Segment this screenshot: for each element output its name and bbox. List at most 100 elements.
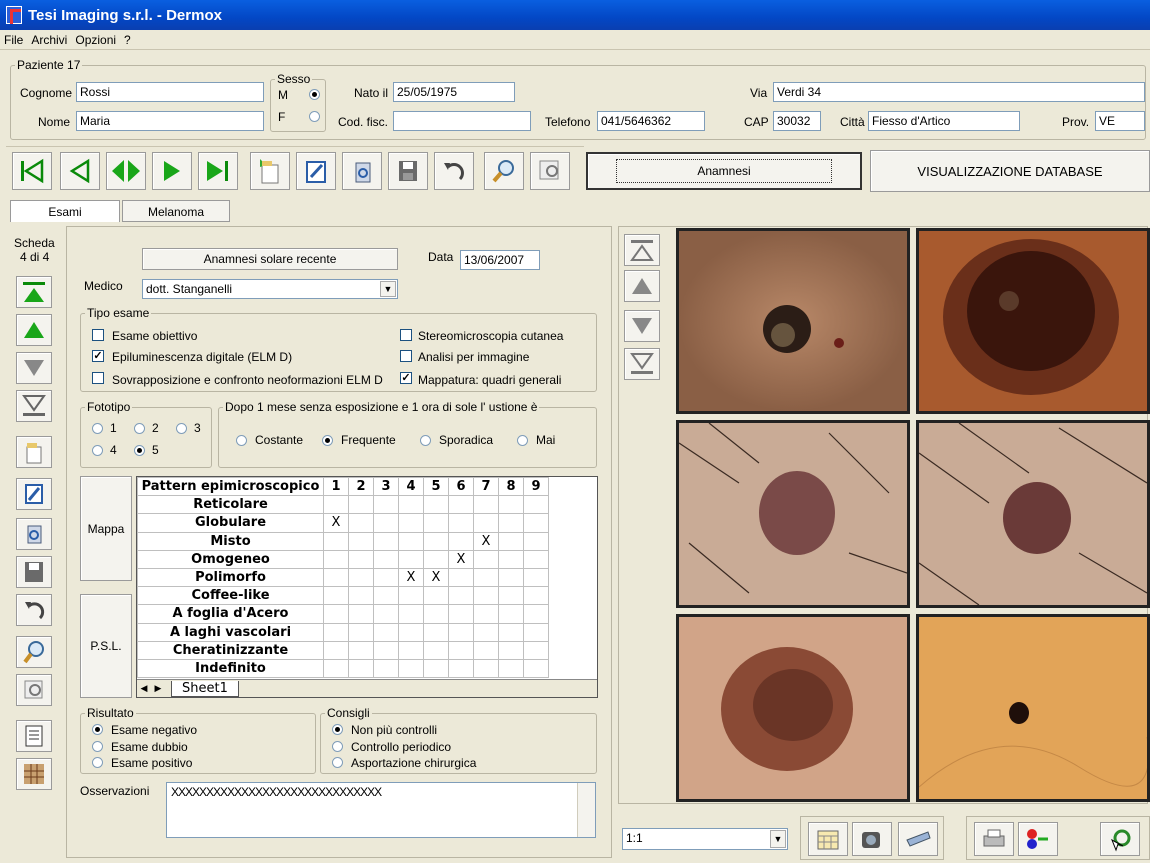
lesion-image-2[interactable] xyxy=(916,228,1150,414)
phototype-radio-2[interactable] xyxy=(134,423,145,434)
exam-type-checkbox-5[interactable] xyxy=(400,350,412,362)
pattern-cell[interactable] xyxy=(323,622,349,642)
pattern-cell[interactable] xyxy=(323,495,349,515)
scroll-up-icon[interactable] xyxy=(624,270,660,302)
result-radio-positive[interactable] xyxy=(92,757,103,768)
pattern-cell[interactable] xyxy=(323,531,349,551)
tab-esami[interactable]: Esami xyxy=(10,200,120,222)
pattern-cell[interactable] xyxy=(398,640,424,660)
pattern-cell[interactable]: X xyxy=(398,567,424,588)
recent-sun-anamnesis-button[interactable]: Anamnesi solare recente xyxy=(142,248,398,270)
chevron-down-icon[interactable]: ▼ xyxy=(380,281,396,297)
pattern-cell[interactable] xyxy=(348,622,374,642)
surname-input[interactable]: Rossi xyxy=(76,82,264,102)
pattern-cell[interactable] xyxy=(448,658,474,679)
pattern-cell[interactable] xyxy=(423,622,449,642)
scanner-icon[interactable] xyxy=(898,822,938,856)
menu-archivi[interactable]: Archivi xyxy=(27,33,71,47)
lesion-image-4[interactable] xyxy=(916,420,1150,608)
pattern-cell[interactable] xyxy=(348,640,374,660)
pattern-cell[interactable] xyxy=(398,604,424,624)
menu-file[interactable]: File xyxy=(0,33,27,47)
city-input[interactable]: Fiesso d'Artico xyxy=(868,111,1020,131)
notes-scrollbar[interactable] xyxy=(577,783,595,837)
pattern-cell[interactable] xyxy=(498,531,524,551)
pattern-cell[interactable] xyxy=(448,567,474,588)
image-grid-icon[interactable] xyxy=(16,758,52,790)
pattern-cell[interactable] xyxy=(448,586,474,606)
pattern-cell[interactable] xyxy=(473,567,499,588)
save-card-icon[interactable] xyxy=(16,556,52,588)
pattern-cell[interactable]: X xyxy=(473,531,499,551)
pattern-cell[interactable] xyxy=(523,604,549,624)
pattern-cell[interactable] xyxy=(373,495,399,515)
pattern-cell[interactable] xyxy=(473,640,499,660)
pattern-cell[interactable] xyxy=(448,640,474,660)
exam-type-checkbox-1[interactable] xyxy=(92,329,104,341)
pattern-cell[interactable] xyxy=(398,513,424,533)
pattern-cell[interactable] xyxy=(448,513,474,533)
pattern-cell[interactable] xyxy=(498,513,524,533)
pattern-cell[interactable] xyxy=(523,586,549,606)
burn-radio-frequente[interactable] xyxy=(322,435,333,446)
pattern-cell[interactable] xyxy=(523,567,549,588)
pattern-cell[interactable] xyxy=(473,495,499,515)
pattern-cell[interactable] xyxy=(323,567,349,588)
psl-button[interactable]: P.S.L. xyxy=(80,594,132,698)
undo-icon[interactable] xyxy=(434,152,474,190)
next-record-icon[interactable] xyxy=(152,152,192,190)
notes-textarea[interactable]: XXXXXXXXXXXXXXXXXXXXXXXXXXXXXX xyxy=(166,782,596,838)
menu-help[interactable]: ? xyxy=(120,33,135,47)
exam-type-checkbox-6[interactable]: ✓ xyxy=(400,372,412,384)
lesion-image-5[interactable] xyxy=(676,614,910,802)
pattern-cell[interactable] xyxy=(523,495,549,515)
pattern-cell[interactable] xyxy=(323,549,349,569)
search-card-icon[interactable] xyxy=(16,636,52,668)
pattern-cell[interactable] xyxy=(373,567,399,588)
result-radio-negative[interactable] xyxy=(92,724,103,735)
scroll-down-icon[interactable] xyxy=(624,310,660,342)
phototype-radio-4[interactable] xyxy=(92,445,103,456)
scroll-first-icon[interactable] xyxy=(624,234,660,266)
last-card-icon[interactable] xyxy=(16,390,52,422)
phototype-radio-1[interactable] xyxy=(92,423,103,434)
pattern-cell[interactable] xyxy=(348,549,374,569)
sheet-prev-icon[interactable]: ◀ xyxy=(137,683,151,694)
pattern-cell[interactable] xyxy=(373,604,399,624)
pattern-cell[interactable] xyxy=(348,604,374,624)
pattern-cell[interactable] xyxy=(373,658,399,679)
phototype-radio-5[interactable] xyxy=(134,445,145,456)
advice-radio-surgery[interactable] xyxy=(332,757,343,768)
zoom-select[interactable]: 1:1 ▼ xyxy=(622,828,788,850)
prov-input[interactable]: VE xyxy=(1095,111,1145,131)
pattern-cell[interactable] xyxy=(523,640,549,660)
exam-type-checkbox-3[interactable] xyxy=(92,372,104,384)
pattern-cell[interactable] xyxy=(323,640,349,660)
pattern-cell[interactable] xyxy=(423,586,449,606)
pattern-cell[interactable] xyxy=(448,604,474,624)
pattern-cell[interactable] xyxy=(473,604,499,624)
print-icon[interactable] xyxy=(974,822,1014,856)
navigate-both-icon[interactable] xyxy=(106,152,146,190)
compare-images-icon[interactable] xyxy=(1018,822,1058,856)
pattern-cell[interactable] xyxy=(398,549,424,569)
cap-input[interactable]: 30032 xyxy=(773,111,821,131)
refresh-cursor-icon[interactable] xyxy=(1100,822,1140,856)
pattern-cell[interactable] xyxy=(523,549,549,569)
pattern-cell[interactable] xyxy=(348,567,374,588)
first-card-icon[interactable] xyxy=(16,276,52,308)
delete-card-icon[interactable] xyxy=(16,518,52,550)
undo-card-icon[interactable] xyxy=(16,594,52,626)
pattern-cell[interactable] xyxy=(448,622,474,642)
calendar-icon[interactable] xyxy=(808,822,848,856)
cf-input[interactable] xyxy=(393,111,531,131)
pattern-cell[interactable] xyxy=(323,604,349,624)
preview-card-icon[interactable] xyxy=(16,674,52,706)
pattern-cell[interactable] xyxy=(373,586,399,606)
date-input[interactable]: 13/06/2007 xyxy=(460,250,540,270)
map-button[interactable]: Mappa xyxy=(80,476,132,581)
pattern-cell[interactable] xyxy=(498,604,524,624)
street-input[interactable]: Verdi 34 xyxy=(773,82,1145,102)
pattern-cell[interactable] xyxy=(373,531,399,551)
sheet-next-icon[interactable]: ▶ xyxy=(151,683,165,694)
